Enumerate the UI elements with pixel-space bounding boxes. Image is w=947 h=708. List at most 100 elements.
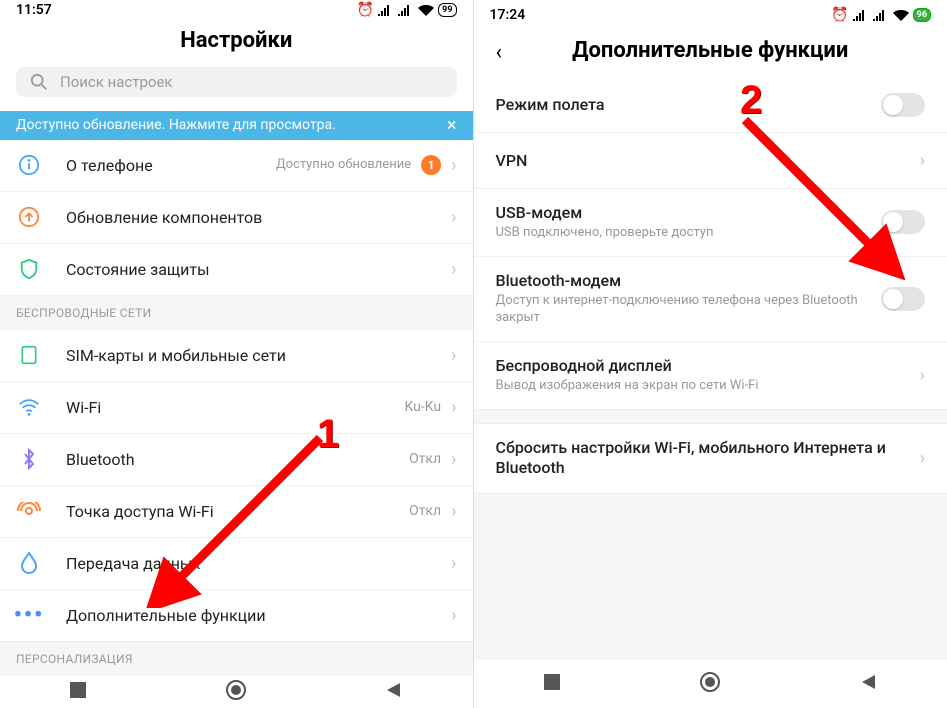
badge-count: 1 <box>421 155 441 175</box>
signal-icon <box>398 4 414 16</box>
row-label: Точка доступа Wi-Fi <box>66 502 409 521</box>
water-drop-icon <box>16 550 42 576</box>
chevron-right-icon: › <box>451 345 456 366</box>
chevron-right-icon: › <box>920 365 925 386</box>
chevron-right-icon: › <box>451 207 456 228</box>
chevron-right-icon: › <box>920 448 925 469</box>
toggle-usb-modem[interactable] <box>881 210 925 234</box>
sim-icon <box>16 342 42 368</box>
row-vpn[interactable]: VPN › <box>474 133 947 189</box>
chevron-right-icon: › <box>920 150 925 171</box>
nav-recent-icon[interactable] <box>69 681 87 703</box>
status-time: 17:24 <box>490 7 526 23</box>
section-wireless: БЕСПРОВОДНЫЕ СЕТИ <box>0 296 473 330</box>
nav-bar-right <box>474 660 947 708</box>
page-title: ‹ Дополнительные функции <box>474 30 947 77</box>
row-label: Дополнительные функции <box>66 606 451 625</box>
row-label: VPN <box>496 151 920 170</box>
row-sim-cards[interactable]: SIM-карты и мобильные сети › <box>0 330 473 382</box>
page-title-text: Дополнительные функции <box>572 38 848 63</box>
search-placeholder: Поиск настроек <box>60 73 173 91</box>
row-sublabel: Доступ к интернет-подключению телефона ч… <box>496 293 882 327</box>
close-icon[interactable]: × <box>447 115 457 136</box>
row-sublabel: Вывод изображения на экран по сети Wi-Fi <box>496 378 920 395</box>
shield-icon <box>16 256 42 282</box>
status-icons: ⏰ 96 <box>831 7 931 23</box>
toggle-airplane[interactable] <box>881 93 925 117</box>
row-note: Доступно обновление <box>276 157 411 173</box>
row-label: Передача данных <box>66 554 451 573</box>
row-airplane-mode[interactable]: Режим полета <box>474 77 947 133</box>
empty-area <box>474 494 947 660</box>
row-bluetooth[interactable]: Bluetooth Откл› <box>0 434 473 486</box>
row-value: Откл <box>409 451 441 467</box>
row-security-status[interactable]: Состояние защиты › <box>0 244 473 296</box>
wifi-icon <box>893 9 909 21</box>
row-wifi[interactable]: Wi-Fi Ku-Ku › <box>0 382 473 434</box>
status-time: 11:57 <box>16 2 52 18</box>
page-title: Настройки <box>0 20 473 67</box>
signal-icon <box>378 4 394 16</box>
bluetooth-icon <box>16 446 42 472</box>
row-value: Откл <box>409 503 441 519</box>
alarm-icon: ⏰ <box>831 7 848 23</box>
status-bar-left: 11:57 ⏰ 99 <box>0 0 473 20</box>
info-icon <box>16 152 42 178</box>
battery-icon: 96 <box>913 8 931 22</box>
row-label: Обновление компонентов <box>66 208 451 227</box>
battery-icon: 99 <box>438 3 456 17</box>
row-hotspot[interactable]: Точка доступа Wi-Fi Откл › <box>0 486 473 538</box>
wifi-icon <box>16 394 42 420</box>
signal-icon <box>873 9 889 21</box>
row-value: Ku-Ku <box>405 399 442 415</box>
row-label: Беспроводной дисплей <box>496 356 920 375</box>
row-components-update[interactable]: Обновление компонентов › <box>0 192 473 244</box>
nav-home-icon[interactable] <box>225 679 247 705</box>
row-reset-network[interactable]: Сбросить настройки Wi-Fi, мобильного Инт… <box>474 424 947 495</box>
status-icons: ⏰ 99 <box>357 2 457 18</box>
back-button[interactable]: ‹ <box>496 40 503 65</box>
more-icon: ••• <box>16 602 42 628</box>
alarm-icon: ⏰ <box>357 2 374 18</box>
row-label: Bluetooth-модем <box>496 271 882 290</box>
chevron-right-icon: › <box>451 397 456 418</box>
row-label: USB-модем <box>496 203 882 222</box>
toggle-bluetooth-modem[interactable] <box>881 287 925 311</box>
wifi-icon <box>418 4 434 16</box>
row-label: О телефоне <box>66 156 276 175</box>
row-label: Bluetooth <box>66 450 409 469</box>
row-label: Сбросить настройки Wi-Fi, мобильного Инт… <box>496 438 920 480</box>
chevron-right-icon: › <box>451 259 456 280</box>
update-icon <box>16 204 42 230</box>
row-label: SIM-карты и мобильные сети <box>66 346 451 365</box>
signal-icon <box>853 9 869 21</box>
status-bar-right: 17:24 ⏰ 96 <box>474 0 947 30</box>
search-input[interactable]: Поиск настроек <box>16 67 457 97</box>
chevron-right-icon: › <box>451 501 456 522</box>
banner-text: Доступно обновление. Нажмите для просмот… <box>16 117 336 133</box>
nav-home-icon[interactable] <box>699 671 721 697</box>
row-label: Wi-Fi <box>66 398 405 417</box>
row-label: Состояние защиты <box>66 260 451 279</box>
nav-back-icon[interactable] <box>860 673 878 695</box>
row-more-functions[interactable]: ••• Дополнительные функции › <box>0 590 473 642</box>
row-sublabel: USB подключено, проверьте доступ <box>496 225 882 242</box>
hotspot-icon <box>16 498 42 524</box>
row-label: Режим полета <box>496 95 882 114</box>
row-data-usage[interactable]: Передача данных › <box>0 538 473 590</box>
chevron-right-icon: › <box>451 605 456 626</box>
row-bluetooth-modem[interactable]: Bluetooth-модем Доступ к интернет-подклю… <box>474 257 947 342</box>
nav-recent-icon[interactable] <box>543 673 561 695</box>
chevron-right-icon: › <box>451 553 456 574</box>
phone-more-functions: 17:24 ⏰ 96 ‹ Дополнительные функции Режи… <box>474 0 947 708</box>
chevron-right-icon: › <box>451 155 456 176</box>
update-banner[interactable]: Доступно обновление. Нажмите для просмот… <box>0 111 473 139</box>
section-personalization: ПЕРСОНАЛИЗАЦИЯ <box>0 642 473 676</box>
search-icon <box>30 73 48 91</box>
row-usb-modem[interactable]: USB-модем USB подключено, проверьте дост… <box>474 189 947 257</box>
row-wireless-display[interactable]: Беспроводной дисплей Вывод изображения н… <box>474 342 947 410</box>
nav-back-icon[interactable] <box>385 681 403 703</box>
row-about-phone[interactable]: О телефоне Доступно обновление 1 › <box>0 140 473 192</box>
phone-settings: 11:57 ⏰ 99 Настройки Поиск настроек Дост… <box>0 0 474 708</box>
section-gap <box>474 410 947 424</box>
